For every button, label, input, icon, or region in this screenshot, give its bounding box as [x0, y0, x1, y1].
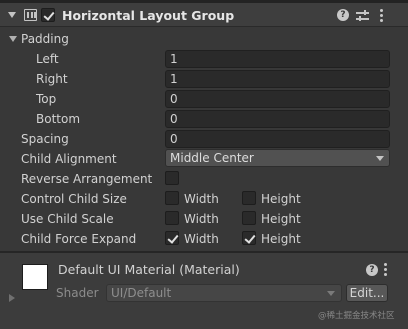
material-kebab-menu-icon[interactable]	[384, 263, 387, 276]
dropdown-arrow-icon	[327, 291, 335, 296]
reverse-arrangement-checkbox[interactable]	[165, 171, 179, 185]
help-icon[interactable]: ?	[337, 9, 349, 21]
use-child-scale-width-label: Width	[184, 212, 219, 226]
use-child-scale-label: Use Child Scale	[21, 212, 114, 226]
child-alignment-dropdown[interactable]: Middle Center	[165, 149, 390, 167]
padding-bottom-field[interactable]: 0	[165, 110, 390, 128]
control-child-size-label: Control Child Size	[21, 192, 127, 206]
reverse-arrangement-label: Reverse Arrangement	[21, 172, 153, 186]
spacing-field[interactable]: 0	[165, 130, 390, 148]
padding-right-label: Right	[36, 72, 68, 86]
presets-icon[interactable]	[356, 10, 369, 21]
use-child-scale-height-label: Height	[261, 212, 301, 226]
padding-foldout-icon[interactable]	[9, 36, 17, 42]
material-title: Default UI Material (Material)	[58, 262, 240, 277]
control-child-size-width-label: Width	[184, 192, 219, 206]
spacing-label: Spacing	[21, 132, 69, 146]
foldout-triangle-icon[interactable]	[8, 12, 16, 18]
shader-label: Shader	[56, 286, 99, 300]
shader-dropdown[interactable]: UI/Default	[106, 284, 342, 302]
child-alignment-label: Child Alignment	[21, 152, 117, 166]
child-force-expand-width-checkbox[interactable]	[165, 231, 179, 245]
padding-top-field[interactable]: 0	[165, 90, 390, 108]
dropdown-arrow-icon	[376, 156, 384, 161]
padding-label[interactable]: Padding	[21, 32, 69, 46]
material-foldout-icon[interactable]	[9, 294, 15, 302]
child-alignment-value: Middle Center	[170, 151, 254, 165]
edit-shader-button[interactable]: Edit...	[346, 284, 388, 302]
use-child-scale-height-checkbox[interactable]	[242, 211, 256, 225]
child-force-expand-width-label: Width	[184, 232, 219, 246]
component-header[interactable]: Horizontal Layout Group ?	[0, 3, 408, 27]
component-enabled-checkbox[interactable]	[41, 8, 55, 22]
material-help-icon[interactable]: ?	[366, 264, 378, 276]
padding-top-label: Top	[36, 92, 57, 106]
child-force-expand-height-checkbox[interactable]	[242, 231, 256, 245]
padding-bottom-label: Bottom	[36, 112, 81, 126]
control-child-size-height-label: Height	[261, 192, 301, 206]
kebab-menu-icon[interactable]	[380, 9, 383, 22]
shader-value: UI/Default	[111, 286, 172, 300]
control-child-size-height-checkbox[interactable]	[242, 191, 256, 205]
padding-left-label: Left	[36, 52, 59, 66]
component-title: Horizontal Layout Group	[62, 8, 235, 23]
child-force-expand-label: Child Force Expand	[21, 232, 137, 246]
material-preview-thumbnail[interactable]	[22, 264, 48, 290]
child-force-expand-height-label: Height	[261, 232, 301, 246]
use-child-scale-width-checkbox[interactable]	[165, 211, 179, 225]
padding-right-field[interactable]: 1	[165, 70, 390, 88]
control-child-size-width-checkbox[interactable]	[165, 191, 179, 205]
horizontal-layout-icon	[24, 9, 37, 21]
watermark: @稀土掘金技术社区	[318, 311, 395, 321]
padding-left-field[interactable]: 1	[165, 50, 390, 68]
